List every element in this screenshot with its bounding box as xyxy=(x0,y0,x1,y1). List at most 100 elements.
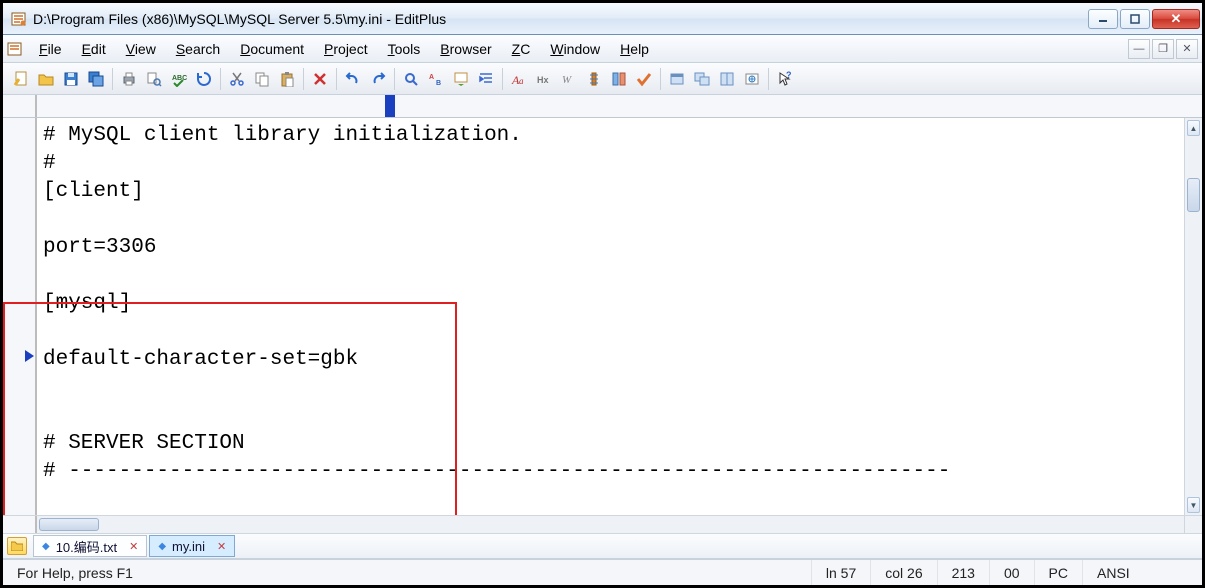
editor-line xyxy=(43,374,1184,402)
editor-line: # SERVER SECTION xyxy=(43,430,1184,458)
current-line-marker-icon xyxy=(25,350,34,362)
svg-text:Hx: Hx xyxy=(537,75,549,85)
status-line: ln 57 xyxy=(811,560,870,585)
editor-line xyxy=(43,318,1184,346)
menubar: File Edit View Search Document Project T… xyxy=(3,35,1202,63)
editor-line: # MySQL client library initialization. xyxy=(43,122,1184,150)
cut-icon[interactable] xyxy=(225,67,249,91)
marker-icon[interactable] xyxy=(582,67,606,91)
menu-window[interactable]: Window xyxy=(540,37,610,61)
scroll-thumb-v[interactable] xyxy=(1187,178,1200,212)
redo-icon[interactable] xyxy=(366,67,390,91)
check-icon[interactable] xyxy=(632,67,656,91)
tab-1[interactable]: ◆ 10.编码.txt ✕ xyxy=(33,535,147,557)
editor[interactable]: # MySQL client library initialization.#[… xyxy=(37,118,1184,515)
maximize-button[interactable] xyxy=(1120,9,1150,29)
wrap-icon[interactable]: W xyxy=(557,67,581,91)
status-total: 213 xyxy=(937,560,989,585)
menu-edit[interactable]: Edit xyxy=(72,37,116,61)
replace-icon[interactable] xyxy=(449,67,473,91)
svg-text:B: B xyxy=(436,80,441,87)
paste-icon[interactable] xyxy=(275,67,299,91)
find-icon[interactable] xyxy=(399,67,423,91)
statusbar: For Help, press F1 ln 57 col 26 213 00 P… xyxy=(3,559,1202,585)
editor-line: # --------------------------------------… xyxy=(43,458,1184,486)
editor-line xyxy=(43,206,1184,234)
titlebar: D:\Program Files (x86)\MySQL\MySQL Serve… xyxy=(3,3,1202,35)
tab-2[interactable]: ◆ my.ini ✕ xyxy=(149,535,235,557)
print-icon[interactable] xyxy=(117,67,141,91)
browser-icon[interactable] xyxy=(740,67,764,91)
tab-2-label: my.ini xyxy=(172,539,205,554)
copy-icon[interactable] xyxy=(250,67,274,91)
inner-restore-button[interactable]: ❐ xyxy=(1152,39,1174,59)
vertical-scrollbar[interactable]: ▲ ▼ xyxy=(1184,118,1202,515)
hex-icon[interactable]: Hx xyxy=(532,67,556,91)
close-button[interactable]: ✕ xyxy=(1152,9,1200,29)
delete-icon[interactable] xyxy=(308,67,332,91)
columns-icon[interactable] xyxy=(607,67,631,91)
editor-line: [client] xyxy=(43,178,1184,206)
menu-file[interactable]: File xyxy=(29,37,72,61)
indent-icon[interactable] xyxy=(474,67,498,91)
editor-line xyxy=(43,262,1184,290)
window1-icon[interactable] xyxy=(665,67,689,91)
tab-modified-icon: ◆ xyxy=(42,541,50,552)
findnext-icon[interactable]: AB xyxy=(424,67,448,91)
svg-text:a: a xyxy=(519,76,524,86)
menu-view[interactable]: View xyxy=(116,37,166,61)
help-cursor-icon[interactable]: ? xyxy=(773,67,797,91)
font-icon[interactable]: Aa xyxy=(507,67,531,91)
new-icon[interactable] xyxy=(9,67,33,91)
spell-icon[interactable]: ABC xyxy=(167,67,191,91)
menu-browser[interactable]: Browser xyxy=(430,37,501,61)
tab-folder-icon[interactable] xyxy=(7,537,27,555)
editor-line: # xyxy=(43,150,1184,178)
menu-project[interactable]: Project xyxy=(314,37,378,61)
minimize-button[interactable] xyxy=(1088,9,1118,29)
svg-text:ABC: ABC xyxy=(172,75,187,82)
app-small-icon xyxy=(7,41,23,57)
ruler-caret-icon xyxy=(385,95,395,117)
status-help: For Help, press F1 xyxy=(3,560,811,585)
saveall-icon[interactable] xyxy=(84,67,108,91)
save-icon[interactable] xyxy=(59,67,83,91)
horizontal-scrollbar[interactable] xyxy=(37,516,1184,533)
svg-text:?: ? xyxy=(786,71,792,80)
refresh-icon[interactable] xyxy=(192,67,216,91)
scroll-up-icon[interactable]: ▲ xyxy=(1187,120,1200,136)
inner-minimize-button[interactable]: — xyxy=(1128,39,1150,59)
editor-line: port=3306 xyxy=(43,234,1184,262)
status-zz: 00 xyxy=(989,560,1034,585)
toolbar: ABC AB Aa Hx W ? xyxy=(3,63,1202,95)
ruler: |----+----1----+----2----+----3----+----… xyxy=(3,95,1202,118)
editor-line xyxy=(43,402,1184,430)
menu-zc[interactable]: ZC xyxy=(502,37,541,61)
menu-search[interactable]: Search xyxy=(166,37,230,61)
window2-icon[interactable] xyxy=(690,67,714,91)
app-icon xyxy=(11,11,27,27)
svg-text:A: A xyxy=(429,74,434,81)
document-tabbar: ◆ 10.编码.txt ✕ ◆ my.ini ✕ xyxy=(3,533,1202,559)
tab-close-icon[interactable]: ✕ xyxy=(217,540,226,553)
menu-help[interactable]: Help xyxy=(610,37,659,61)
menu-document[interactable]: Document xyxy=(230,37,314,61)
editor-line: [mysql] xyxy=(43,290,1184,318)
scroll-down-icon[interactable]: ▼ xyxy=(1187,497,1200,513)
status-platform: PC xyxy=(1034,560,1082,585)
editor-line: default-character-set=gbk xyxy=(43,346,1184,374)
svg-text:W: W xyxy=(562,74,572,86)
status-col: col 26 xyxy=(870,560,936,585)
window-title: D:\Program Files (x86)\MySQL\MySQL Serve… xyxy=(33,11,1088,27)
scroll-thumb-h[interactable] xyxy=(39,518,99,531)
menu-tools[interactable]: Tools xyxy=(378,37,431,61)
tab-modified-icon: ◆ xyxy=(158,541,166,552)
editor-gutter xyxy=(3,118,37,515)
printpreview-icon[interactable] xyxy=(142,67,166,91)
inner-close-button[interactable]: ✕ xyxy=(1176,39,1198,59)
open-icon[interactable] xyxy=(34,67,58,91)
tab-close-icon[interactable]: ✕ xyxy=(129,540,138,553)
status-encoding: ANSI xyxy=(1082,560,1202,585)
window3-icon[interactable] xyxy=(715,67,739,91)
undo-icon[interactable] xyxy=(341,67,365,91)
